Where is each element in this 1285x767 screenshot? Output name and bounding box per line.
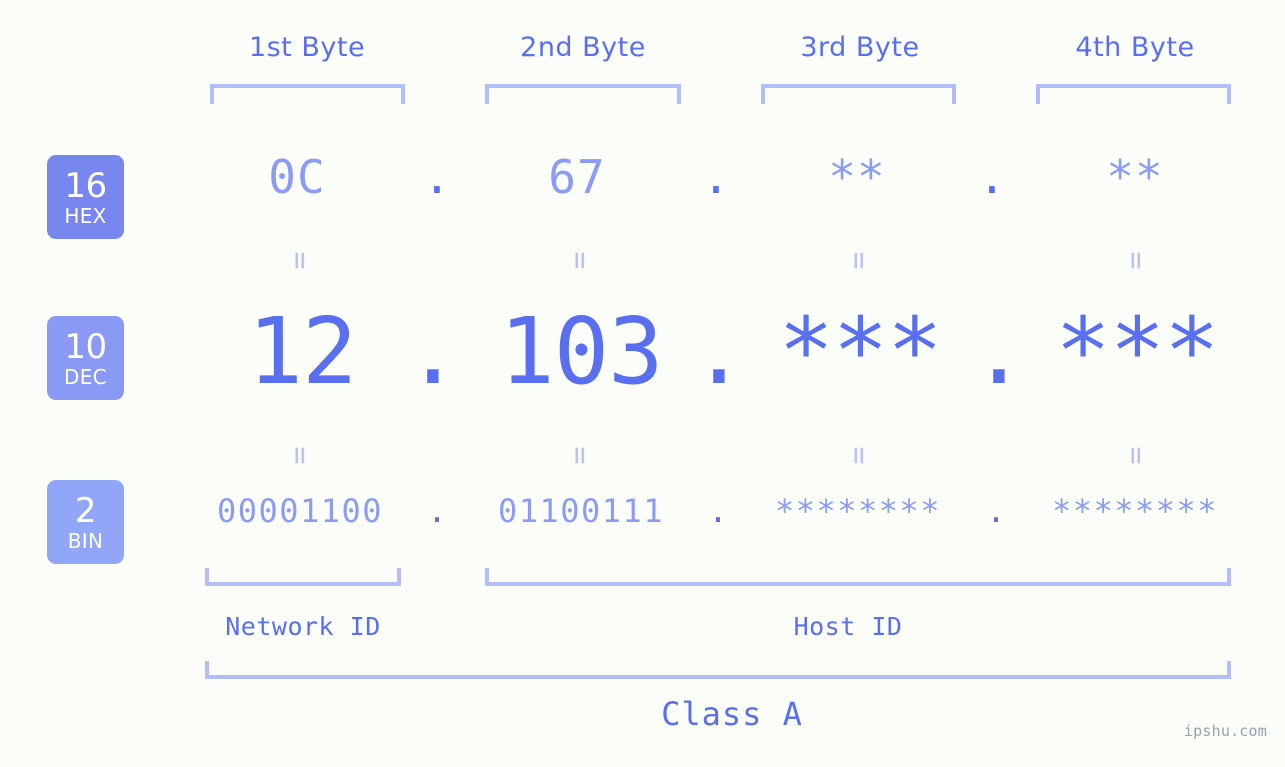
base-badge-hex-number: 16 — [64, 165, 107, 206]
network-id-label: Network ID — [225, 612, 381, 641]
network-id-bracket — [205, 568, 401, 586]
bin-byte-4: ******** — [1051, 492, 1219, 530]
byte-header-1: 1st Byte — [248, 32, 366, 63]
byte-bracket-2 — [485, 84, 681, 104]
byte-header-2: 2nd Byte — [520, 32, 646, 63]
base-badge-dec-label: DEC — [64, 364, 107, 389]
class-label: Class A — [661, 695, 803, 733]
byte-header-3: 3rd Byte — [800, 32, 920, 63]
byte-bracket-3 — [761, 84, 956, 104]
base-badge-bin-label: BIN — [67, 528, 104, 553]
base-badge-hex[interactable]: 16 HEX — [47, 155, 124, 239]
equals-marker-decbin-4: = — [1118, 446, 1154, 465]
site-watermark: ipshu.com — [1183, 722, 1267, 740]
base-badge-dec-number: 10 — [64, 326, 107, 367]
host-id-label: Host ID — [793, 612, 903, 641]
equals-marker-decbin-1: = — [282, 446, 318, 465]
base-badge-bin[interactable]: 2 BIN — [47, 480, 124, 564]
base-badge-bin-number: 2 — [74, 490, 97, 531]
byte-header-4: 4th Byte — [1075, 32, 1195, 63]
equals-marker-decbin-3: = — [841, 446, 877, 465]
base-badge-hex-label: HEX — [64, 203, 107, 228]
host-id-bracket — [485, 568, 1231, 586]
equals-marker-decbin-2: = — [562, 446, 598, 465]
base-badge-dec[interactable]: 10 DEC — [47, 316, 124, 400]
class-bracket — [205, 661, 1231, 679]
ip-address-breakdown-diagram: 1st Byte 2nd Byte 3rd Byte 4th Byte 16 H… — [0, 0, 1285, 767]
byte-bracket-4 — [1036, 84, 1231, 104]
byte-bracket-1 — [210, 84, 405, 104]
